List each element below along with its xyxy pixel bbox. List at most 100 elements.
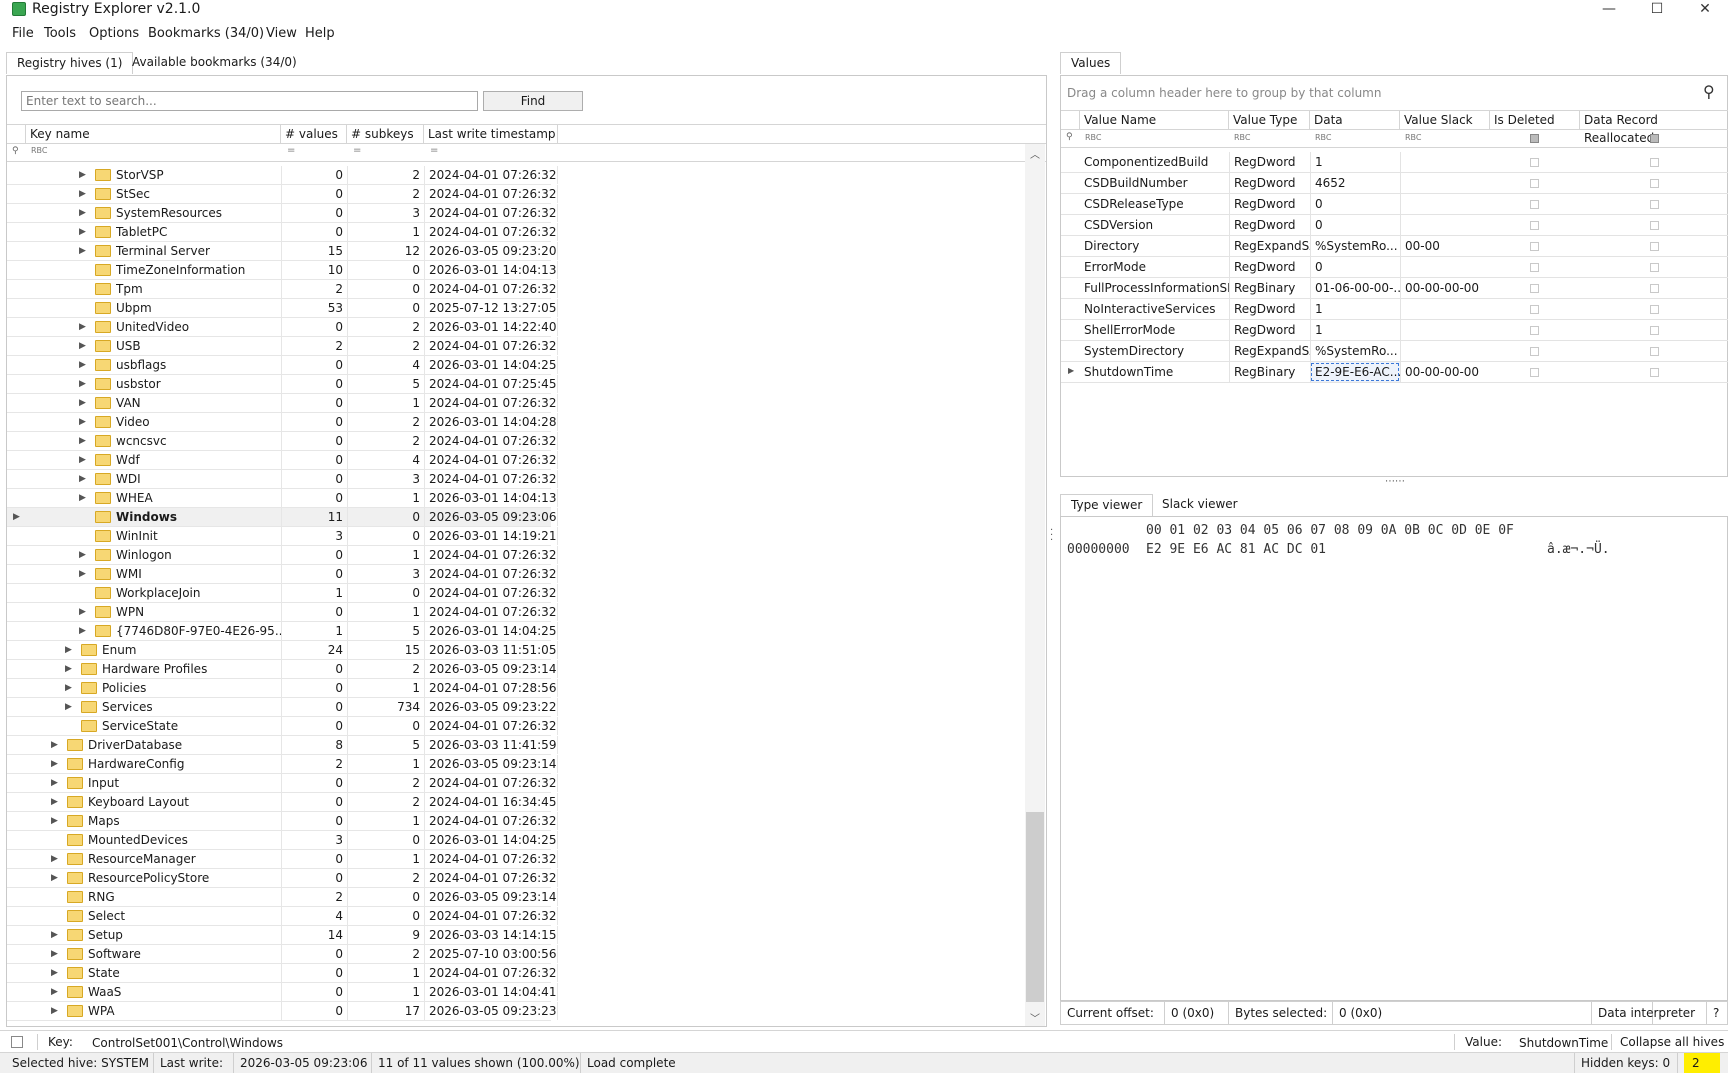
filter-is-deleted-checkbox[interactable]	[1530, 134, 1539, 143]
tree-row[interactable]: ▶ Services 0 734 2026-03-05 09:23:22	[7, 698, 558, 717]
data-record-reallocated-checkbox[interactable]	[1650, 284, 1659, 293]
col-data[interactable]: Data	[1310, 111, 1400, 130]
tree-row[interactable]: ▶ TabletPC 0 1 2024-04-01 07:26:32	[7, 223, 558, 242]
tree-row[interactable]: ▶ DriverDatabase 8 5 2026-03-03 11:41:59	[7, 736, 558, 755]
expand-icon[interactable]: ▶	[79, 242, 86, 260]
expand-icon[interactable]: ▶	[65, 641, 72, 659]
expand-icon[interactable]: ▶	[79, 337, 86, 355]
value-row[interactable]: CSDBuildNumber RegDword 4652	[1061, 173, 1728, 194]
tree-row[interactable]: ServiceState 0 0 2024-04-01 07:26:32	[7, 717, 558, 736]
tab-slack-viewer[interactable]: Slack viewer	[1152, 494, 1248, 516]
value-data[interactable]: 0	[1310, 194, 1400, 214]
filter-eq-subkeys[interactable]: =	[353, 145, 361, 156]
value-row[interactable]: ▶ ShutdownTime RegBinary E2-9E-E6-AC... 00-0…	[1061, 362, 1728, 383]
expand-icon[interactable]: ▶	[51, 812, 58, 830]
col-values[interactable]: # values	[281, 125, 347, 144]
tree-row[interactable]: Select 4 0 2024-04-01 07:26:32	[7, 907, 558, 926]
splitter-handle[interactable]: ⋯⋯	[1385, 476, 1405, 487]
col-key-name[interactable]: Key name	[26, 125, 281, 144]
value-row[interactable]: NoInteractiveServices RegDword 1	[1061, 299, 1728, 320]
search-input[interactable]: Enter text to search...	[21, 91, 478, 111]
is-deleted-checkbox[interactable]	[1530, 368, 1539, 377]
data-record-reallocated-checkbox[interactable]	[1650, 221, 1659, 230]
expand-icon[interactable]: ▶	[79, 394, 86, 412]
col-subkeys[interactable]: # subkeys	[347, 125, 424, 144]
tree-row[interactable]: ▶ Policies 0 1 2024-04-01 07:28:56	[7, 679, 558, 698]
data-record-reallocated-checkbox[interactable]	[1650, 158, 1659, 167]
scroll-thumb[interactable]	[1026, 812, 1044, 1002]
scroll-down-icon[interactable]: ﹀	[1030, 1010, 1040, 1025]
hex-bytes[interactable]: E2 9E E6 AC 81 AC DC 01	[1146, 542, 1326, 557]
value-data[interactable]: 4652	[1310, 173, 1400, 193]
expand-icon[interactable]: ▶	[79, 223, 86, 241]
expand-icon[interactable]: ▶	[51, 850, 58, 868]
value-data[interactable]: 0	[1310, 257, 1400, 277]
expand-icon[interactable]: ▶	[51, 1002, 58, 1020]
expand-icon[interactable]: ▶	[51, 869, 58, 887]
expand-icon[interactable]: ▶	[65, 660, 72, 678]
expand-icon[interactable]: ▶	[51, 736, 58, 754]
tree-row[interactable]: ▶ WDI 0 3 2024-04-01 07:26:32	[7, 470, 558, 489]
filter-eq-values[interactable]: =	[287, 145, 295, 156]
tree-row[interactable]: ▶ StSec 0 2 2024-04-01 07:26:32	[7, 185, 558, 204]
menu-options[interactable]: Options	[89, 26, 139, 41]
expand-icon[interactable]: ▶	[79, 451, 86, 469]
is-deleted-checkbox[interactable]	[1530, 200, 1539, 209]
scroll-up-icon[interactable]: ︿	[1030, 146, 1040, 161]
col-last-write[interactable]: Last write timestamp	[424, 125, 558, 144]
expand-icon[interactable]: ▶	[51, 926, 58, 944]
expand-icon[interactable]: ▶	[79, 603, 86, 621]
tree-row[interactable]: ▶ VAN 0 1 2024-04-01 07:26:32	[7, 394, 558, 413]
tree-row[interactable]: TimeZoneInformation 10 0 2026-03-01 14:04:1…	[7, 261, 558, 280]
value-data[interactable]: 1	[1310, 152, 1400, 172]
value-row[interactable]: SystemDirectory RegExpandSz %SystemRo...	[1061, 341, 1728, 362]
expand-icon[interactable]: ▶	[51, 983, 58, 1001]
value-data[interactable]: %SystemRo...	[1310, 341, 1400, 361]
tree-row[interactable]: ▶ Wdf 0 4 2024-04-01 07:26:32	[7, 451, 558, 470]
expand-icon[interactable]: ▶	[51, 945, 58, 963]
tree-row[interactable]: ▶ Setup 14 9 2026-03-03 14:14:15	[7, 926, 558, 945]
tree-row[interactable]: ▶ usbstor 0 5 2024-04-01 07:25:45	[7, 375, 558, 394]
menu-help[interactable]: Help	[305, 26, 335, 41]
expand-icon[interactable]: ▶	[51, 774, 58, 792]
tree-row[interactable]: ▶ Keyboard Layout 0 2 2024-04-01 16:34:45	[7, 793, 558, 812]
help-button[interactable]: ?	[1707, 1002, 1728, 1024]
tab-registry-hives[interactable]: Registry hives (1)	[6, 52, 134, 74]
col-data-record-reallocated[interactable]: Data Record Reallocated	[1580, 111, 1728, 145]
tab-values[interactable]: Values	[1060, 52, 1122, 74]
col-value-type[interactable]: Value Type	[1229, 111, 1310, 130]
data-record-reallocated-checkbox[interactable]	[1650, 179, 1659, 188]
data-record-reallocated-checkbox[interactable]	[1650, 305, 1659, 314]
expand-icon[interactable]: ▶	[79, 185, 86, 203]
is-deleted-checkbox[interactable]	[1530, 263, 1539, 272]
value-row[interactable]: CSDVersion RegDword 0	[1061, 215, 1728, 236]
col-value-name[interactable]: Value Name	[1080, 111, 1229, 130]
collapse-all-hives-button[interactable]: Collapse all hives	[1611, 1034, 1724, 1050]
is-deleted-checkbox[interactable]	[1530, 242, 1539, 251]
value-row[interactable]: ShellErrorMode RegDword 1	[1061, 320, 1728, 341]
expand-icon[interactable]: ▶	[51, 964, 58, 982]
tree-row[interactable]: ▶ usbflags 0 4 2026-03-01 14:04:25	[7, 356, 558, 375]
data-record-reallocated-checkbox[interactable]	[1650, 200, 1659, 209]
tree-row[interactable]: ▶ wcncsvc 0 2 2024-04-01 07:26:32	[7, 432, 558, 451]
tree-row[interactable]: RNG 2 0 2026-03-05 09:23:14	[7, 888, 558, 907]
filter-value-name[interactable]: RBC	[1085, 133, 1102, 142]
value-row[interactable]: FullProcessInformationSID RegBinary 01-06-…	[1061, 278, 1728, 299]
tree-row[interactable]: MountedDevices 3 0 2026-03-01 14:04:25	[7, 831, 558, 850]
value-row[interactable]: CSDReleaseType RegDword 0	[1061, 194, 1728, 215]
filter-eq-timestamp[interactable]: =	[430, 145, 438, 156]
expand-icon[interactable]: ▶	[79, 204, 86, 222]
value-data[interactable]: 1	[1310, 320, 1400, 340]
tree-row[interactable]: ▶ ResourcePolicyStore 0 2 2024-04-01 07:26:3…	[7, 869, 558, 888]
value-row[interactable]: ComponentizedBuild RegDword 1	[1061, 152, 1728, 173]
tree-row[interactable]: ▶ Winlogon 0 1 2024-04-01 07:26:32	[7, 546, 558, 565]
expand-icon[interactable]: ▶	[65, 698, 72, 716]
value-data[interactable]: 1	[1310, 299, 1400, 319]
tree-row[interactable]: ▶ WHEA 0 1 2026-03-01 14:04:13	[7, 489, 558, 508]
tree-row[interactable]: WinInit 3 0 2026-03-01 14:19:21	[7, 527, 558, 546]
text-filter-icon[interactable]: RBC	[31, 146, 48, 155]
filter-data[interactable]: RBC	[1315, 133, 1332, 142]
is-deleted-checkbox[interactable]	[1530, 326, 1539, 335]
expand-icon[interactable]: ▶	[79, 470, 86, 488]
menu-tools[interactable]: Tools	[44, 26, 76, 41]
